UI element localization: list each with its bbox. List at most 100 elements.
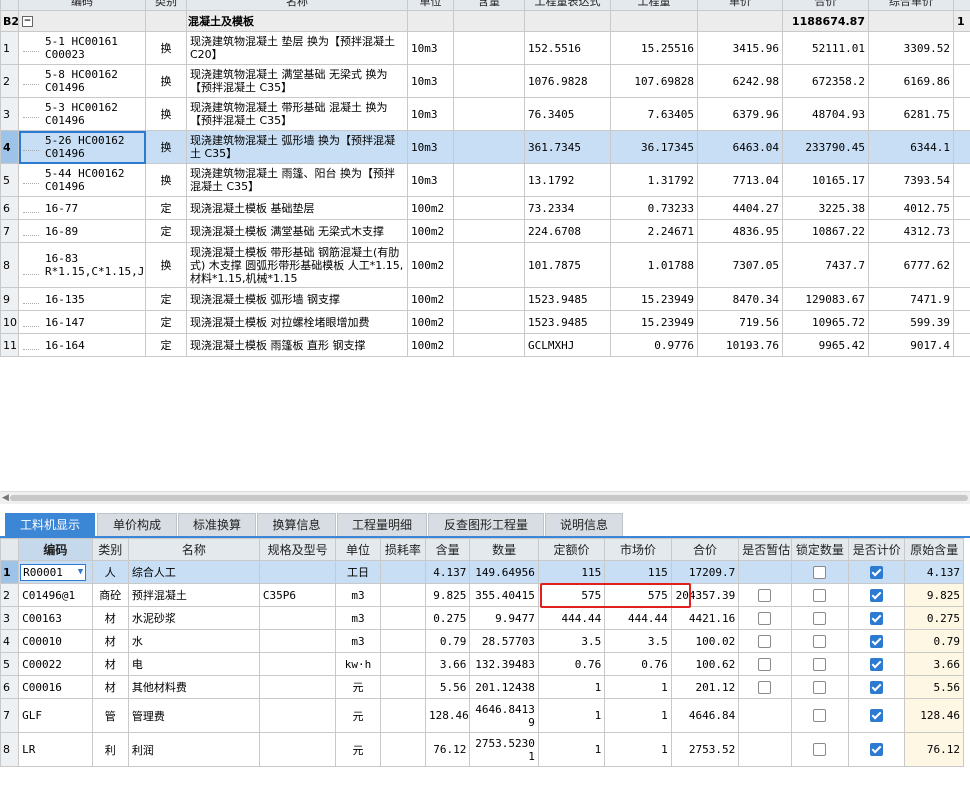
- header-name[interactable]: 名称: [186, 0, 408, 11]
- resource-type[interactable]: 管: [91, 698, 129, 733]
- quota-total[interactable]: 9965.42: [782, 333, 869, 357]
- priced-checkbox-cell[interactable]: [848, 675, 906, 699]
- quota-unit[interactable]: 100m2: [407, 196, 454, 220]
- resource-quantity[interactable]: 28.57703: [469, 629, 539, 653]
- header-name[interactable]: 名称: [127, 538, 260, 561]
- quota-name[interactable]: 现浇混凝土模板 弧形墙 钢支撑: [186, 287, 408, 311]
- header-unit[interactable]: 单位: [407, 0, 454, 11]
- quota-name[interactable]: 现浇混凝土模板 满堂基础 无梁式木支撑: [186, 219, 408, 243]
- priced-checkbox-cell[interactable]: [848, 560, 906, 584]
- quota-row[interactable]: 9 16-135 定现浇混凝土模板 弧形墙 钢支撑 100m2 1523.9485 15.…: [0, 287, 970, 311]
- priced-checkbox-cell[interactable]: [848, 732, 906, 767]
- resource-content[interactable]: 0.275: [425, 606, 471, 630]
- quota-name[interactable]: 现浇混凝土模板 基础垫层: [186, 196, 408, 220]
- provisional-checkbox[interactable]: [758, 634, 772, 648]
- lock-qty-checkbox[interactable]: [813, 611, 827, 625]
- quota-code[interactable]: 16-77: [18, 196, 146, 220]
- resource-market-price[interactable]: 115: [604, 560, 672, 584]
- quota-name[interactable]: 现浇混凝土模板 雨篷板 直形 钢支撑: [186, 333, 408, 357]
- resource-total[interactable]: 17209.7: [670, 560, 740, 584]
- resource-row[interactable]: 4 C00010 材水 m3 0.79 28.57703 3.5 3.5 100.02 0.79: [0, 629, 964, 653]
- header-total[interactable]: 合价: [670, 538, 740, 561]
- provisional-checkbox-cell[interactable]: [738, 583, 792, 607]
- provisional-checkbox[interactable]: [758, 657, 772, 671]
- quota-code[interactable]: 5-26 HC00162 C01496: [18, 130, 146, 164]
- tab-description[interactable]: 说明信息: [545, 513, 623, 536]
- priced-checkbox-cell[interactable]: [848, 606, 906, 630]
- resource-spec[interactable]: [258, 629, 337, 653]
- quota-expression[interactable]: 1523.9485: [524, 287, 611, 311]
- resource-loss-rate[interactable]: [379, 560, 427, 584]
- lock-qty-checkbox-cell[interactable]: [790, 606, 850, 630]
- quota-quantity[interactable]: 15.25516: [610, 31, 698, 65]
- resource-type[interactable]: 商砼: [91, 583, 129, 607]
- quota-type[interactable]: 换: [145, 163, 187, 197]
- resource-quantity[interactable]: 201.12438: [469, 675, 539, 699]
- quota-code[interactable]: 16-147: [18, 310, 146, 334]
- tab-unit-price-composition[interactable]: 单价构成: [97, 513, 177, 536]
- quota-row[interactable]: 10 16-147 定现浇混凝土模板 对拉螺栓堵眼增加费 100m2 1523.9485…: [0, 310, 970, 334]
- lock-qty-checkbox-cell[interactable]: [790, 732, 850, 767]
- group-name[interactable]: 混凝土及模板: [186, 10, 408, 32]
- quota-name[interactable]: 现浇混凝土模板 对拉螺栓堵眼增加费: [186, 310, 408, 334]
- resource-quantity[interactable]: 149.64956: [469, 560, 539, 584]
- resource-name[interactable]: 管理费: [127, 698, 260, 733]
- quota-expression[interactable]: 101.7875: [524, 242, 611, 288]
- quota-type[interactable]: 定: [145, 219, 187, 243]
- code-dropdown[interactable]: R00001 ▼: [20, 563, 87, 581]
- quota-price[interactable]: 10193.76: [697, 333, 783, 357]
- header-market-price[interactable]: 市场价: [604, 538, 672, 561]
- quota-content[interactable]: [453, 196, 525, 220]
- quota-quantity[interactable]: 0.9776: [610, 333, 698, 357]
- lock-qty-checkbox[interactable]: [813, 657, 827, 671]
- quota-expression[interactable]: 73.2334: [524, 196, 611, 220]
- quota-total[interactable]: 129083.67: [782, 287, 869, 311]
- quota-row[interactable]: 4 5-26 HC00162 C01496 换现浇建筑物混凝土 弧形墙 换为【预拌混…: [0, 130, 970, 164]
- resource-code[interactable]: LR: [18, 732, 93, 767]
- lock-qty-checkbox-cell[interactable]: [790, 652, 850, 676]
- header-quantity[interactable]: 数量: [469, 538, 539, 561]
- resource-total[interactable]: 2753.52: [670, 732, 740, 767]
- provisional-checkbox-cell[interactable]: [738, 606, 792, 630]
- resource-unit[interactable]: kw·h: [335, 652, 381, 676]
- provisional-checkbox-cell[interactable]: [738, 732, 792, 767]
- resource-quota-price[interactable]: 1: [537, 675, 606, 699]
- quota-unit[interactable]: 100m2: [407, 310, 454, 334]
- resource-unit[interactable]: 元: [335, 675, 381, 699]
- resource-row[interactable]: 8 LR 利利润元 76.12 2753.52301 1 1 2753.52 76.12: [0, 732, 964, 767]
- quota-type[interactable]: 换: [145, 242, 187, 288]
- resource-loss-rate[interactable]: [379, 652, 427, 676]
- lock-qty-checkbox-cell[interactable]: [790, 560, 850, 584]
- resource-content[interactable]: 76.12: [425, 732, 471, 767]
- scrollbar-thumb[interactable]: [10, 495, 968, 501]
- quota-unit[interactable]: 10m3: [407, 31, 454, 65]
- quota-quantity[interactable]: 2.24671: [610, 219, 698, 243]
- quota-quantity[interactable]: 15.23949: [610, 287, 698, 311]
- quota-quantity[interactable]: 1.01788: [610, 242, 698, 288]
- provisional-checkbox[interactable]: [758, 680, 772, 694]
- provisional-checkbox-cell[interactable]: [738, 560, 792, 584]
- quota-unit-total[interactable]: 9017.4: [868, 333, 954, 357]
- quota-price[interactable]: 4404.27: [697, 196, 783, 220]
- quota-type[interactable]: 定: [145, 310, 187, 334]
- collapse-icon[interactable]: −: [22, 16, 33, 27]
- resource-row[interactable]: 2 C01496@1 商砼 预拌混凝土 C35P6 m3 9.825 355.40415 575…: [0, 583, 964, 607]
- priced-checkbox-cell[interactable]: [848, 698, 906, 733]
- header-quota-price[interactable]: 定额价: [537, 538, 606, 561]
- quota-total[interactable]: 10965.72: [782, 310, 869, 334]
- header-price[interactable]: 单价: [697, 0, 783, 11]
- quota-content[interactable]: [453, 333, 525, 357]
- scroll-left-icon[interactable]: ◀: [2, 492, 9, 504]
- resource-unit[interactable]: 元: [335, 698, 381, 733]
- resource-type[interactable]: 利: [91, 732, 129, 767]
- header-qty[interactable]: 工程量: [610, 0, 698, 11]
- resource-name[interactable]: 电: [127, 652, 260, 676]
- resource-type[interactable]: 材: [91, 652, 129, 676]
- priced-checkbox[interactable]: [870, 588, 884, 602]
- quota-unit[interactable]: 10m3: [407, 64, 454, 98]
- lock-qty-checkbox[interactable]: [813, 565, 827, 579]
- quota-unit[interactable]: 100m2: [407, 333, 454, 357]
- quota-unit-total[interactable]: 4012.75: [868, 196, 954, 220]
- quota-type[interactable]: 换: [145, 130, 187, 164]
- header-code[interactable]: 编码: [18, 538, 93, 561]
